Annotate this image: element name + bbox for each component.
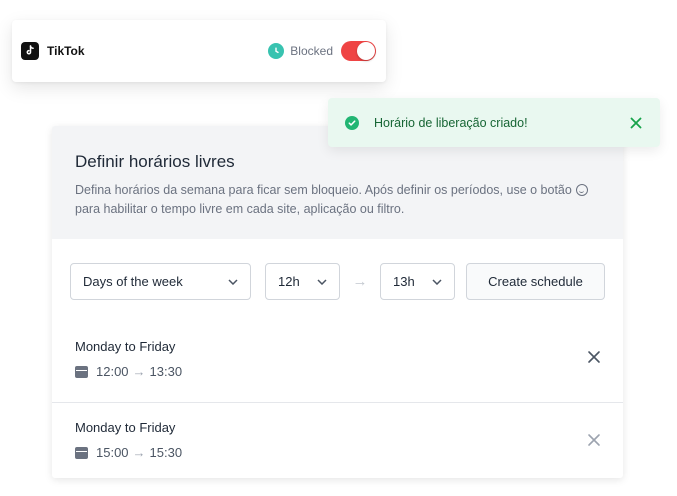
close-icon[interactable] bbox=[630, 116, 642, 130]
calendar-icon bbox=[75, 365, 88, 378]
app-card: TikTok Blocked bbox=[12, 20, 386, 82]
schedule-days: Monday to Friday bbox=[75, 339, 176, 354]
schedule-time: 15:00 → 15:30 bbox=[75, 445, 600, 460]
check-circle-icon bbox=[345, 115, 359, 130]
toast-message: Horário de liberação criado! bbox=[374, 115, 528, 130]
days-select[interactable]: Days of the week bbox=[70, 263, 251, 300]
remove-schedule-button[interactable] bbox=[587, 350, 601, 364]
arrow-right-icon: → bbox=[132, 445, 146, 460]
block-toggle[interactable] bbox=[341, 41, 376, 61]
start-hour-select[interactable]: 12h bbox=[265, 263, 340, 300]
end-hour-select[interactable]: 13h bbox=[380, 263, 455, 300]
schedule-start: 12:00 bbox=[96, 364, 129, 379]
tiktok-logo-icon bbox=[21, 42, 39, 60]
toggle-knob bbox=[357, 42, 375, 60]
end-hour-value: 13h bbox=[393, 274, 415, 289]
clock-icon bbox=[268, 43, 285, 59]
panel-description: Defina horários da semana para ficar sem… bbox=[75, 181, 600, 219]
schedule-end: 13:30 bbox=[149, 364, 183, 379]
schedule-controls: Days of the week 12h → 13h Create schedu… bbox=[52, 239, 623, 300]
chevron-down-icon bbox=[432, 276, 442, 288]
calendar-icon bbox=[75, 446, 88, 459]
panel-title: Definir horários livres bbox=[75, 152, 235, 171]
schedule-time: 12:00 → 13:30 bbox=[75, 364, 600, 379]
remove-schedule-button[interactable] bbox=[587, 433, 601, 447]
schedule-item: Monday to Friday 15:00 → 15:30 bbox=[52, 402, 623, 478]
chevron-down-icon bbox=[317, 276, 327, 288]
create-schedule-button[interactable]: Create schedule bbox=[466, 263, 605, 300]
schedule-item: Monday to Friday 12:00 → 13:30 bbox=[52, 322, 623, 402]
schedule-days: Monday to Friday bbox=[75, 420, 176, 435]
free-schedule-panel: Definir horários livres Defina horários … bbox=[52, 126, 623, 478]
chevron-down-icon bbox=[228, 276, 238, 288]
days-select-value: Days of the week bbox=[83, 274, 183, 289]
app-name: TikTok bbox=[47, 44, 85, 58]
start-hour-value: 12h bbox=[278, 274, 300, 289]
schedule-start: 15:00 bbox=[96, 445, 129, 460]
success-toast: Horário de liberação criado! bbox=[328, 98, 660, 147]
smile-icon bbox=[576, 184, 589, 196]
status-label: Blocked bbox=[290, 44, 333, 58]
arrow-right-icon: → bbox=[352, 273, 368, 290]
panel-description-part1: Defina horários da semana para ficar sem… bbox=[75, 183, 572, 197]
arrow-right-icon: → bbox=[132, 364, 146, 379]
panel-description-part2: para habilitar o tempo livre em cada sit… bbox=[75, 202, 405, 216]
schedule-end: 15:30 bbox=[149, 445, 183, 460]
schedule-list: Monday to Friday 12:00 → 13:30 Monday to… bbox=[52, 322, 623, 478]
